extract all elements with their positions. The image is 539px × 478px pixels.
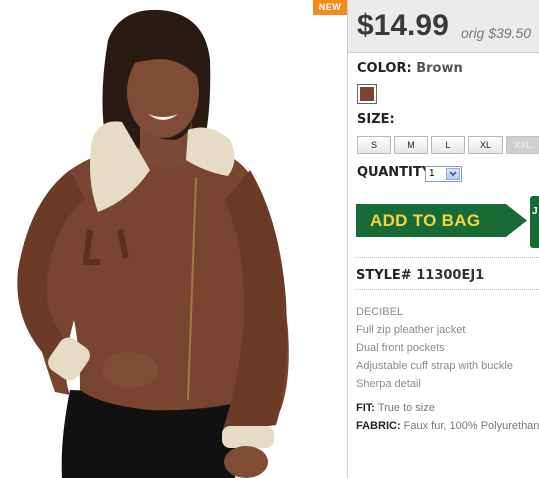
divider-top (356, 257, 539, 258)
fabric-value: Faux fur, 100% Polyurethane (403, 420, 539, 432)
size-options: S M L XL XXL (357, 136, 539, 154)
color-label: COLOR: (357, 61, 412, 76)
product-image (17, 9, 289, 478)
new-badge: NEW (313, 0, 347, 15)
color-swatch-brown[interactable] (357, 84, 377, 104)
product-info-panel: $14.99 orig $39.50 COLOR: Brown SIZE: SM… (348, 0, 539, 478)
size-button-l[interactable]: L (431, 136, 465, 154)
size-button-m[interactable]: M (394, 136, 428, 154)
price-bar: $14.99 orig $39.50 (348, 0, 539, 53)
description-line: DECIBEL (356, 306, 404, 318)
size-button-xl[interactable]: XL (468, 136, 503, 154)
description-list: DECIBEL Full zip pleather jacket Dual fr… (356, 303, 513, 393)
add-to-bag-button[interactable]: ADD TO BAG (356, 204, 528, 237)
fit-value: True to size (377, 402, 435, 414)
side-tab[interactable]: J (530, 196, 539, 248)
fabric-label: FABRIC: (356, 420, 401, 432)
color-row: COLOR: Brown (357, 61, 463, 76)
quantity-label: QUANTITY (357, 165, 432, 180)
current-price: $14.99 (357, 9, 449, 42)
description-line: Sherpa detail (356, 378, 421, 390)
original-price: orig $39.50 (461, 25, 532, 41)
description-line: Dual front pockets (356, 342, 445, 354)
divider-bottom (356, 289, 539, 290)
fit-row: FIT: True to size (356, 402, 435, 414)
chevron-down-icon[interactable] (446, 168, 460, 180)
description-line: Full zip pleather jacket (356, 324, 466, 336)
add-to-bag-label: ADD TO BAG (370, 211, 481, 230)
fit-label: FIT: (356, 402, 375, 414)
quantity-value: 1 (429, 168, 435, 179)
size-button-s[interactable]: S (357, 136, 391, 154)
fabric-row: FABRIC: Faux fur, 100% Polyurethane (356, 420, 539, 432)
description-line: Adjustable cuff strap with buckle (356, 360, 513, 372)
swatch-fill (360, 87, 374, 101)
color-value: Brown (416, 61, 463, 76)
style-number: 11300EJ1 (416, 268, 485, 283)
quantity-select[interactable]: 1 (425, 166, 462, 182)
side-tab-label: J (532, 206, 538, 217)
product-photo[interactable]: NEW (0, 0, 348, 478)
size-button-xxl: XXL (506, 136, 539, 154)
size-label: SIZE: (357, 112, 395, 127)
style-row: STYLE# 11300EJ1 (356, 268, 484, 283)
style-label: STYLE# (356, 268, 412, 283)
